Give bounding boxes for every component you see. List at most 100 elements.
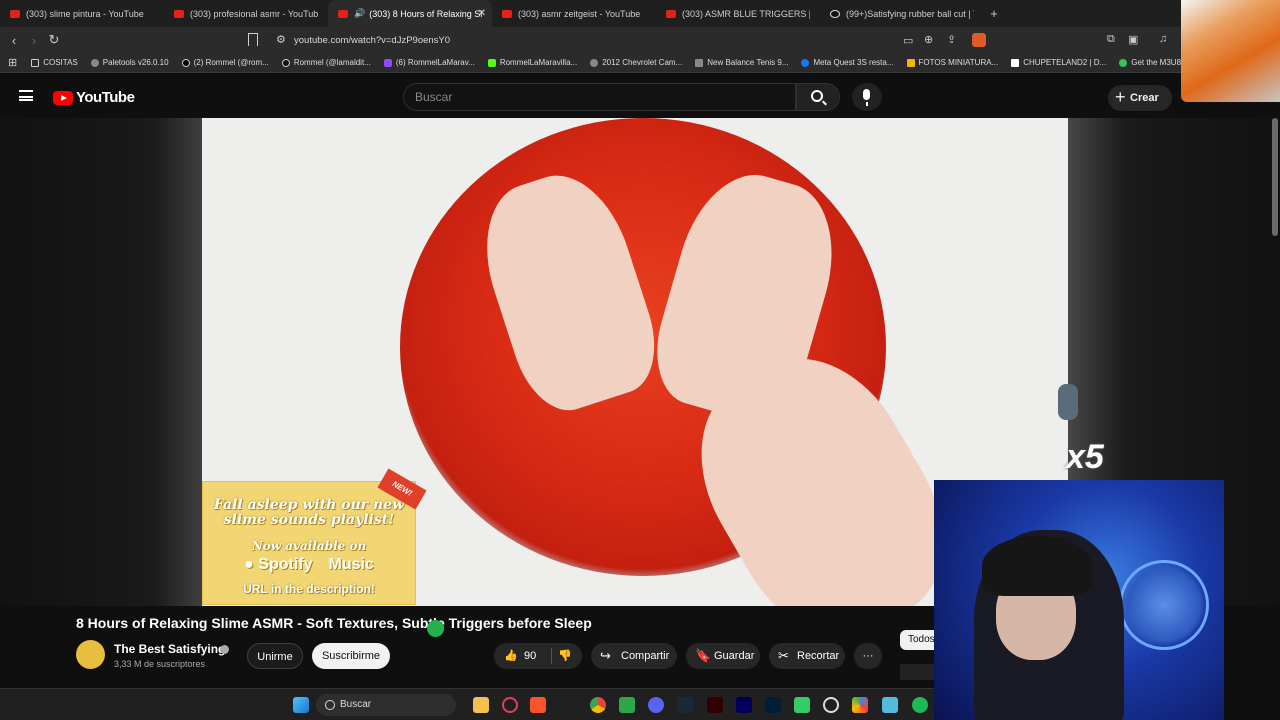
bookmark-item[interactable]: 2012 Chevrolet Cam... xyxy=(590,58,682,67)
menu-icon[interactable] xyxy=(19,90,33,101)
discord-icon[interactable] xyxy=(648,697,664,713)
picture-in-picture-overlay xyxy=(1181,0,1280,102)
tab[interactable]: (303) slime pintura - YouTube xyxy=(0,0,164,27)
cast-icon[interactable]: ▭ xyxy=(903,34,913,47)
playlist-promo-card[interactable]: Fall asleep with our new slime sounds pla… xyxy=(202,481,416,605)
share-icon: ↪ xyxy=(600,648,611,663)
close-tab-icon[interactable]: ✕ xyxy=(478,8,486,19)
site-icon xyxy=(1011,58,1020,67)
url-text[interactable]: youtube.com/watch?v=dJzP9oensY0 xyxy=(294,35,450,46)
spotify-text: Spotify xyxy=(258,556,313,573)
app-icon[interactable] xyxy=(852,697,868,713)
bookmark-item[interactable]: FOTOS MINIATURA... xyxy=(906,58,998,67)
create-button[interactable]: Crear xyxy=(1108,84,1172,111)
tab[interactable]: (303) ASMR BLUE TRIGGERS [No Talki xyxy=(656,0,820,27)
bookmark-item[interactable]: New Balance Tenis 9... xyxy=(695,58,788,67)
brave-shield-icon[interactable] xyxy=(972,33,986,47)
drive-icon xyxy=(906,58,915,67)
music-icon[interactable]: ♫ xyxy=(1159,33,1167,45)
share-label: Compartir xyxy=(621,650,670,662)
like-icon[interactable]: 👍 xyxy=(504,643,518,669)
promo-brands: ● Spotify Music xyxy=(203,556,415,574)
promo-line: URL in the description! xyxy=(243,582,375,596)
youtube-logo[interactable]: YouTube xyxy=(53,89,135,106)
back-icon[interactable]: ‹ xyxy=(4,33,24,48)
extension-icon xyxy=(1119,58,1128,67)
youtube-icon xyxy=(666,9,676,18)
bookmark-item[interactable]: Meta Quest 3S resta... xyxy=(801,58,894,67)
opera-icon[interactable] xyxy=(502,697,518,713)
chrome-icon[interactable] xyxy=(590,697,606,713)
save-button[interactable]: 🔖 Guardar xyxy=(686,643,760,669)
bookmarks-bar: ⊞ COSITAS Paletools v26.0.10 (2) Rommel … xyxy=(0,53,1280,73)
tab[interactable]: (303) profesional asmr - YouTube xyxy=(164,0,328,27)
kick-icon xyxy=(487,58,496,67)
bookmark-icon[interactable] xyxy=(248,33,258,46)
bookmark-item[interactable]: RommelLaMaravilla... xyxy=(487,58,577,67)
search-button[interactable] xyxy=(796,83,840,111)
more-actions-button[interactable]: ··· xyxy=(854,643,882,669)
dislike-icon[interactable]: 👎 xyxy=(558,643,572,669)
youtube-icon xyxy=(10,9,20,18)
tab-active[interactable]: 🔊 (303) 8 Hours of Relaxing Slim ✕ xyxy=(328,0,492,27)
apps-icon[interactable]: ⊞ xyxy=(8,56,17,69)
illustrator-icon[interactable] xyxy=(707,697,723,713)
obs-icon[interactable] xyxy=(823,697,839,713)
scrollbar[interactable] xyxy=(1272,118,1278,236)
scissors-icon: ✂ xyxy=(778,648,789,663)
streamer-hair-image xyxy=(982,536,1092,596)
meta-icon xyxy=(801,58,810,67)
photoshop-icon[interactable] xyxy=(765,697,781,713)
channel-avatar[interactable] xyxy=(76,640,105,669)
spotify-label: ● Spotify xyxy=(244,556,313,573)
webcam-overlay xyxy=(934,480,1224,720)
address-bar: ‹ › ↻ ⚙ youtube.com/watch?v=dJzP9oensY0 … xyxy=(0,27,1280,53)
promo-line: Fall asleep with our new xyxy=(213,497,405,513)
globe-icon xyxy=(90,58,99,67)
tab[interactable]: (303) asmr zeitgeist - YouTube xyxy=(492,0,656,27)
taskbar-search[interactable]: Buscar xyxy=(316,694,456,716)
apple-music-label: Music xyxy=(328,556,373,574)
bookmark-item[interactable]: Get the M3U8 F xyxy=(1119,58,1188,67)
app-icon[interactable] xyxy=(882,697,898,713)
channel-name[interactable]: The Best Satisfying xyxy=(114,642,225,656)
bookmark-item[interactable]: (6) RommelLaMarav... xyxy=(383,58,475,67)
youtube-play-icon xyxy=(53,90,73,105)
app-icon[interactable] xyxy=(619,697,635,713)
new-tab-button[interactable]: + xyxy=(984,6,1004,21)
bookmark-item[interactable]: COSITAS xyxy=(31,58,78,67)
like-count[interactable]: 90 xyxy=(524,643,536,669)
promo-text: Fall asleep with our new slime sounds pla… xyxy=(203,498,415,528)
windows-start-icon[interactable] xyxy=(293,697,309,713)
speaker-icon[interactable]: 🔊 xyxy=(354,8,365,19)
bookmark-item[interactable]: Rommel (@lamaldit... xyxy=(281,58,371,67)
extensions-icon[interactable]: ⧉ xyxy=(1107,33,1115,46)
sidebar-icon[interactable]: ▣ xyxy=(1128,33,1138,46)
browser-tab-bar: (303) slime pintura - YouTube (303) prof… xyxy=(0,0,1280,27)
like-dislike-group: 👍 90 👎 xyxy=(494,643,582,669)
join-button[interactable]: Unirme xyxy=(247,643,303,669)
zoom-icon[interactable]: ⊕ xyxy=(924,33,933,46)
premiere-icon[interactable] xyxy=(736,697,752,713)
app-icon[interactable] xyxy=(794,697,810,713)
minecraft-thumbnail[interactable] xyxy=(900,664,936,680)
reload-icon[interactable]: ↻ xyxy=(44,32,64,48)
tab[interactable]: (99+)Satisfying rubber ball cut | TikTo xyxy=(820,0,984,27)
steam-icon[interactable] xyxy=(677,697,693,713)
url-box[interactable]: ⚙ youtube.com/watch?v=dJzP9oensY0 xyxy=(246,30,990,50)
spotify-icon[interactable] xyxy=(912,697,928,713)
brave-icon[interactable] xyxy=(530,697,546,713)
forward-icon[interactable]: › xyxy=(24,33,44,48)
bookmark-item[interactable]: Paletools v26.0.10 xyxy=(90,58,169,67)
subscribe-button[interactable]: Suscribirme xyxy=(312,643,390,669)
app-icon[interactable] xyxy=(560,697,576,713)
share-page-icon[interactable]: ⇪ xyxy=(947,33,956,46)
bookmark-item[interactable]: (2) Rommel (@rom... xyxy=(181,58,269,67)
file-explorer-icon[interactable] xyxy=(473,697,489,713)
clip-button[interactable]: ✂ Recortar xyxy=(769,643,845,669)
bookmark-item[interactable]: CHUPETELAND2 | D... xyxy=(1011,58,1106,67)
site-info-icon[interactable]: ⚙ xyxy=(276,33,286,46)
voice-search-icon[interactable] xyxy=(852,83,882,111)
search-input[interactable]: Buscar xyxy=(403,83,796,111)
share-button[interactable]: ↪ Compartir xyxy=(591,643,677,669)
